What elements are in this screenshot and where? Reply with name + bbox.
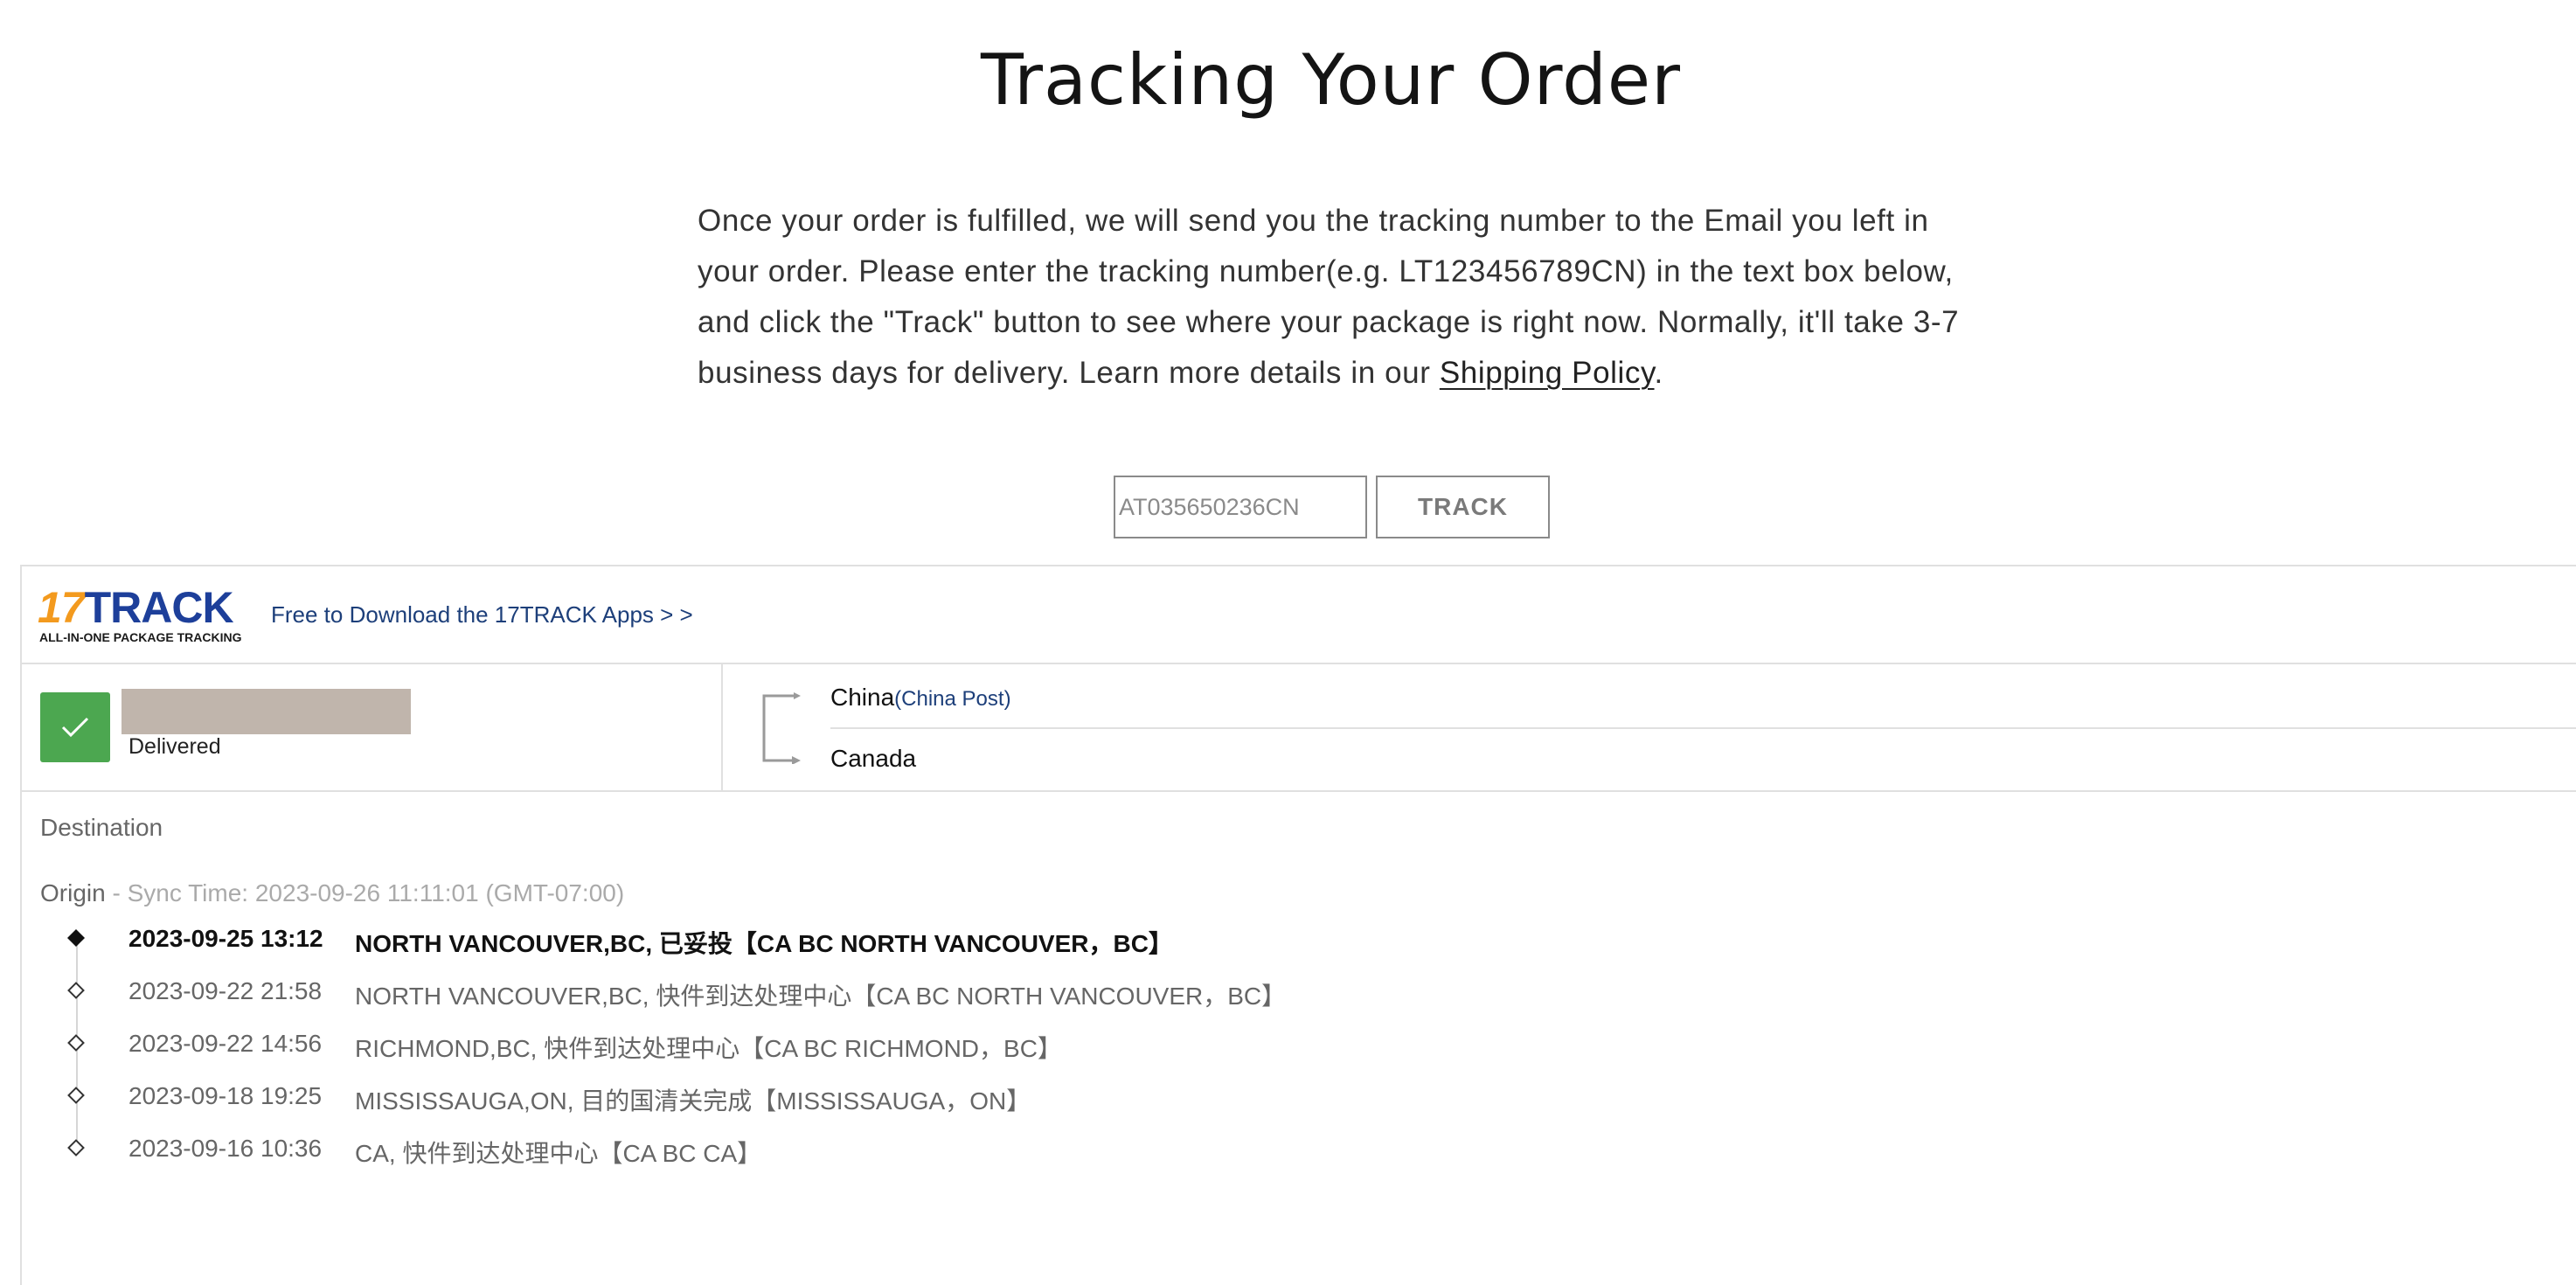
redacted-tracking-number [122, 689, 411, 734]
sync-time: - Sync Time: 2023-09-26 11:11:01 (GMT-07… [105, 879, 625, 906]
logo-tagline: ALL-IN-ONE PACKAGE TRACKING [39, 630, 242, 644]
status-row: Delivered China(China Post) Canada [22, 664, 2576, 792]
track-button[interactable]: TRACK [1376, 476, 1550, 538]
event-time: 2023-09-18 19:25 [128, 1082, 323, 1109]
event-marker-icon [67, 1087, 85, 1104]
event-description: MISSISSAUGA,ON, 目的国清关完成【MISSISSAUGA，ON】 [355, 1087, 1031, 1115]
event-marker-icon [67, 1034, 85, 1052]
logo-wordmark: 17TRACK [38, 583, 234, 632]
destination-country: Canada [830, 745, 917, 772]
event-time: 2023-09-25 13:12 [128, 925, 323, 952]
logo-number: 17 [38, 583, 86, 632]
page-title: Tracking Your Order [980, 39, 1682, 121]
tracking-event: 2023-09-22 21:58 NORTH VANCOUVER,BC, 快件到… [22, 977, 1420, 1030]
intro-paragraph: Once your order is fulfilled, we will se… [698, 196, 1974, 399]
origin-carrier[interactable]: (China Post) [894, 687, 1010, 711]
tracking-event: 2023-09-18 19:25 MISSISSAUGA,ON, 目的国清关完成… [22, 1082, 1420, 1135]
origin-label: Origin [40, 879, 106, 906]
event-time: 2023-09-22 21:58 [128, 977, 323, 1004]
shipping-policy-link[interactable]: Shipping Policy [1440, 356, 1655, 390]
event-marker-icon [67, 1139, 85, 1156]
event-description: NORTH VANCOUVER,BC, 快件到达处理中心【CA BC NORTH… [355, 983, 1287, 1010]
tracking-event: 2023-09-16 10:36 CA, 快件到达处理中心【CA BC CA】 [22, 1135, 1420, 1187]
event-marker-icon [67, 982, 85, 999]
tracking-event: 2023-09-25 13:12 NORTH VANCOUVER,BC, 已妥投… [22, 925, 1420, 977]
tracking-form: TRACK [1114, 476, 1550, 538]
route-arrow-icon [759, 692, 802, 765]
intro-text: Once your order is fulfilled, we will se… [698, 204, 1960, 390]
event-description: CA, 快件到达处理中心【CA BC CA】 [355, 1140, 762, 1167]
route-divider [830, 727, 2576, 729]
tracking-number-input[interactable] [1114, 476, 1367, 538]
origin-country-name: China [830, 684, 895, 711]
event-marker-filled-icon [67, 929, 85, 947]
logo-word: TRACK [84, 583, 234, 632]
status-summary: Delivered [22, 664, 723, 790]
download-apps-link[interactable]: Free to Download the 17TRACK Apps > > [271, 601, 693, 629]
event-description: NORTH VANCOUVER,BC, 已妥投【CA BC NORTH VANC… [355, 930, 1173, 957]
status-text: Delivered [128, 734, 221, 759]
widget-header: 17TRACK ALL-IN-ONE PACKAGE TRACKING Free… [22, 566, 2576, 664]
tracking-widget: 17TRACK ALL-IN-ONE PACKAGE TRACKING Free… [20, 565, 2576, 1285]
event-time: 2023-09-16 10:36 [128, 1135, 323, 1162]
event-time: 2023-09-22 14:56 [128, 1030, 323, 1057]
origin-section-header[interactable]: Origin - Sync Time: 2023-09-26 11:11:01 … [40, 879, 624, 907]
origin-country: China(China Post) [830, 684, 1011, 712]
event-description: RICHMOND,BC, 快件到达处理中心【CA BC RICHMOND，BC】 [355, 1035, 1062, 1062]
17track-logo[interactable]: 17TRACK ALL-IN-ONE PACKAGE TRACKING [38, 586, 247, 645]
destination-section-toggle[interactable]: Destination [40, 814, 163, 842]
intro-period: . [1654, 356, 1663, 390]
tracking-event: 2023-09-22 14:56 RICHMOND,BC, 快件到达处理中心【C… [22, 1030, 1420, 1082]
delivered-check-icon [40, 692, 110, 762]
